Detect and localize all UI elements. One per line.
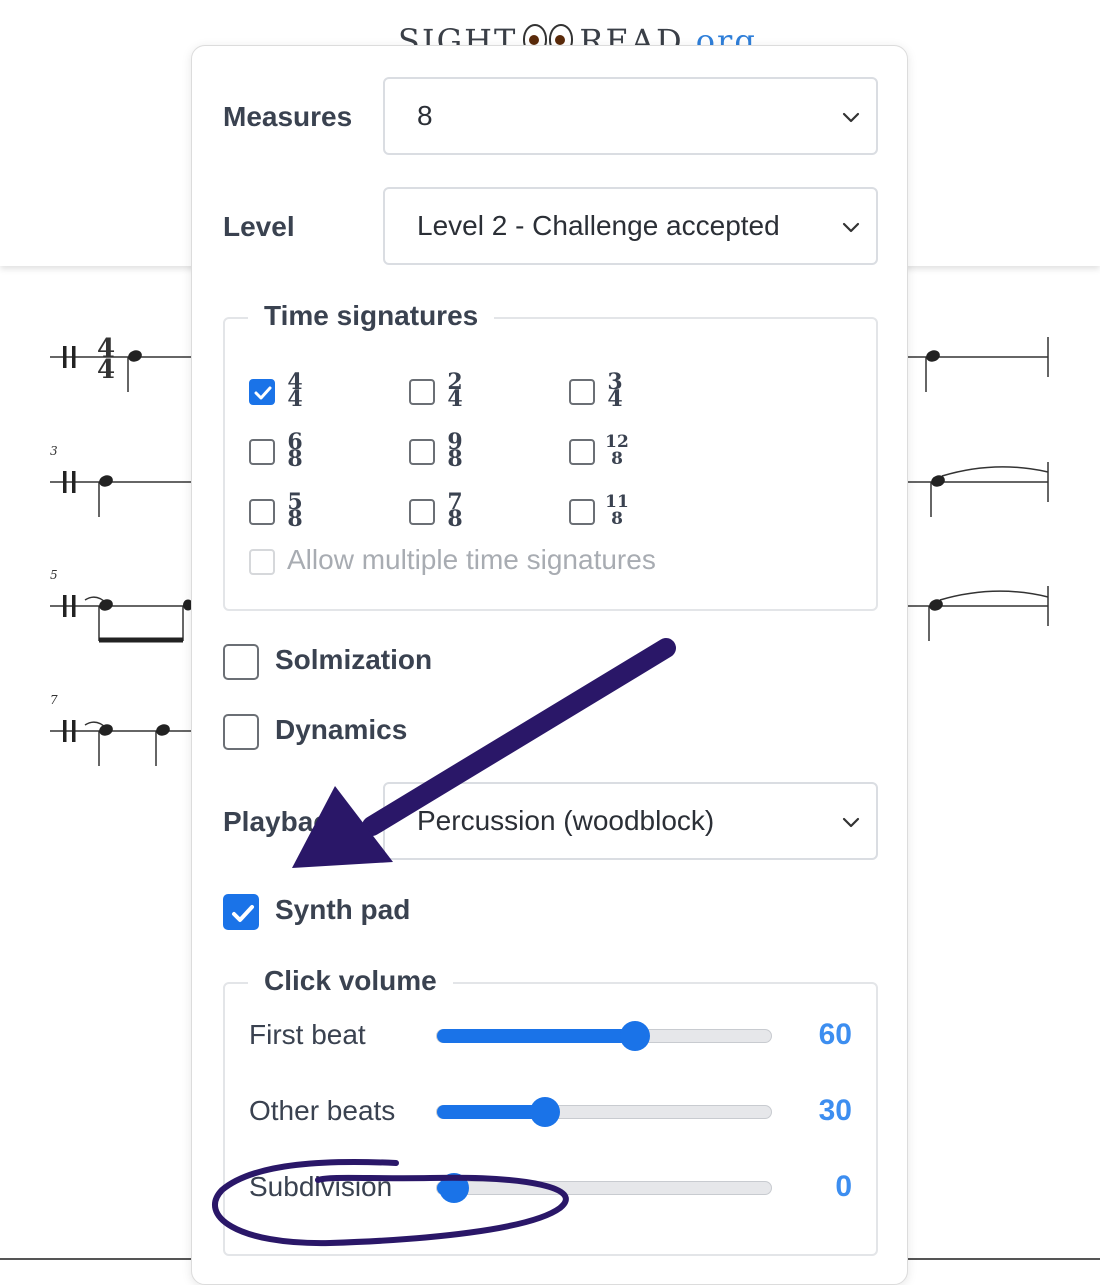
measure-number: 3 — [50, 444, 58, 458]
slider-value: 0 — [835, 1170, 852, 1203]
time-signature-checkbox[interactable] — [409, 499, 435, 525]
score-time-signature-bottom: 4 — [97, 355, 115, 385]
checkmark-icon — [232, 905, 254, 922]
playback-select-value: Percussion (woodblock) — [417, 805, 715, 836]
time-signature-checkbox[interactable] — [569, 379, 595, 405]
measures-label: Measures — [223, 101, 353, 132]
time-signature-bottom: 4 — [447, 386, 463, 412]
measures-select[interactable]: 8 — [383, 77, 878, 155]
measure-number: 7 — [50, 693, 58, 707]
slider-thumb[interactable] — [529, 1097, 560, 1127]
time-signature-label: 58 — [283, 491, 307, 532]
time-signatures-legend: Time signatures — [248, 300, 495, 332]
slider-value: 60 — [818, 1018, 852, 1051]
time-signature-bottom: 8 — [287, 506, 303, 532]
playback-label: Playback — [223, 806, 345, 837]
solmization-checkbox[interactable] — [223, 644, 259, 680]
volume-slider[interactable] — [436, 1173, 772, 1203]
time-signature-label: 12 8 — [603, 434, 631, 468]
allow-multiple-label: Allow multiple time signatures — [287, 544, 656, 575]
dynamics-checkbox[interactable] — [223, 714, 259, 750]
time-signature-checkbox[interactable] — [569, 439, 595, 465]
time-signature-bottom: 8 — [611, 449, 623, 469]
time-signature-checkbox[interactable] — [409, 379, 435, 405]
settings-dialog: Measures 8 Level Level 2 - Challenge acc… — [191, 45, 908, 1285]
slider-label: Other beats — [249, 1095, 396, 1126]
slider-label: Subdivision — [249, 1171, 393, 1202]
click-volume-legend: Click volume — [248, 965, 453, 997]
slider-thumb[interactable] — [439, 1173, 469, 1203]
dynamics-label: Dynamics — [275, 714, 408, 745]
chevron-down-icon — [842, 222, 860, 233]
level-label: Level — [223, 211, 295, 242]
time-signature-checkbox[interactable] — [569, 499, 595, 525]
time-signature-label: 24 — [443, 371, 467, 412]
synth-pad-checkbox[interactable] — [223, 894, 259, 930]
volume-slider[interactable] — [436, 1097, 772, 1127]
time-signature-checkbox[interactable] — [249, 379, 275, 405]
chevron-down-icon — [842, 817, 860, 828]
time-signature-checkbox[interactable] — [409, 439, 435, 465]
level-select[interactable]: Level 2 - Challenge accepted — [383, 187, 878, 265]
slider-label: First beat — [249, 1019, 366, 1050]
time-signature-label: 11 8 — [603, 494, 631, 528]
time-signature-bottom: 4 — [607, 386, 623, 412]
measure-number: 5 — [50, 568, 58, 582]
time-signature-bottom: 8 — [611, 509, 623, 529]
allow-multiple-checkbox[interactable] — [249, 549, 275, 575]
slider-fill — [437, 1029, 636, 1043]
solmization-label: Solmization — [275, 644, 433, 675]
time-signature-checkbox[interactable] — [249, 439, 275, 465]
time-signature-bottom: 8 — [447, 446, 463, 472]
time-signature-bottom: 8 — [287, 446, 303, 472]
time-signature-label: 44 — [283, 371, 307, 412]
slider-fill — [437, 1105, 545, 1119]
checkmark-icon — [254, 386, 272, 400]
time-signature-label: 78 — [443, 491, 467, 532]
measures-select-value: 8 — [417, 100, 433, 131]
slider-value: 30 — [818, 1094, 852, 1127]
slider-thumb[interactable] — [620, 1021, 651, 1051]
chevron-down-icon — [842, 112, 860, 123]
synth-pad-label: Synth pad — [275, 894, 411, 925]
level-select-value: Level 2 - Challenge accepted — [417, 210, 780, 241]
playback-select[interactable]: Percussion (woodblock) — [383, 782, 878, 860]
time-signature-checkbox[interactable] — [249, 499, 275, 525]
time-signature-label: 68 — [283, 431, 307, 472]
time-signature-bottom: 8 — [447, 506, 463, 532]
time-signature-label: 34 — [603, 371, 627, 412]
time-signature-bottom: 4 — [287, 386, 303, 412]
volume-slider[interactable] — [436, 1021, 772, 1051]
time-signature-label: 98 — [443, 431, 467, 472]
